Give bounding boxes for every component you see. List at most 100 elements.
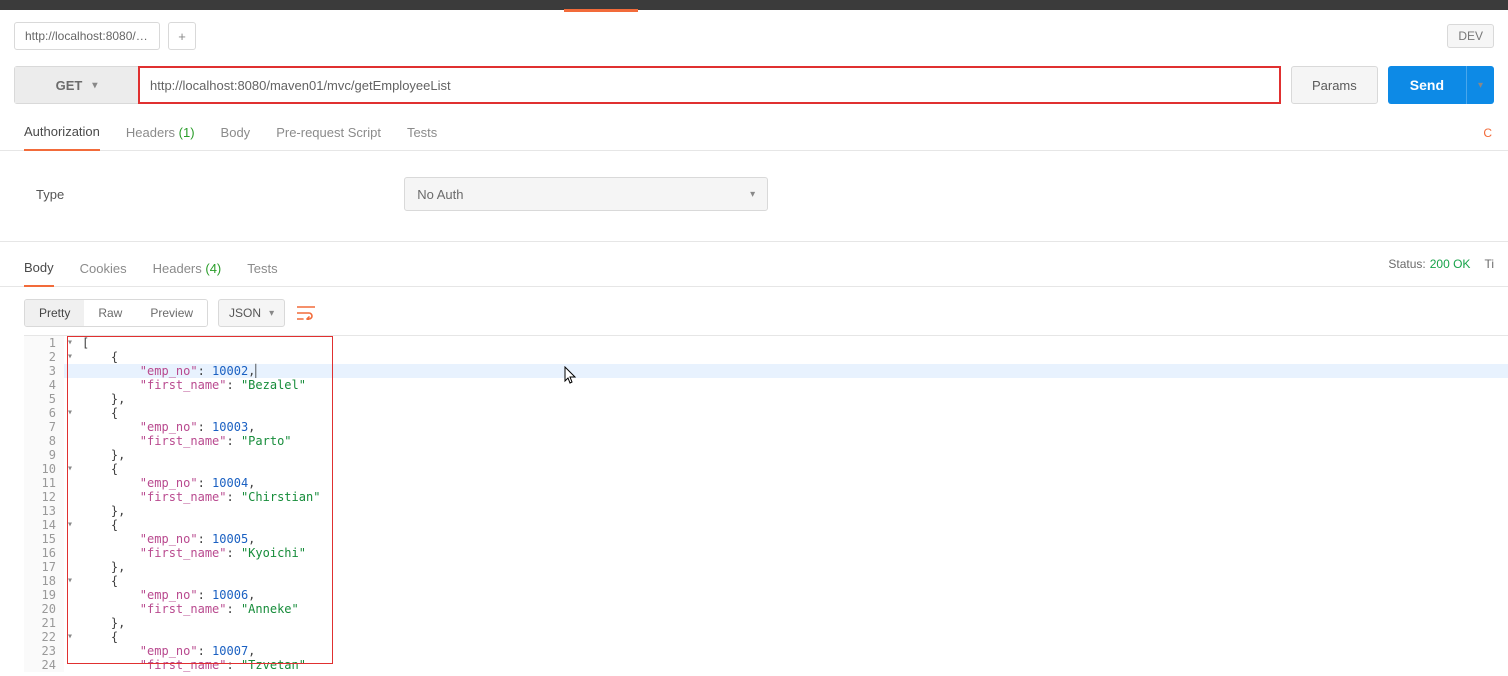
format-label: JSON bbox=[229, 306, 261, 320]
time-label-clip: Ti bbox=[1484, 257, 1494, 271]
code-line[interactable]: 18▾ { bbox=[24, 574, 1508, 588]
code-content: }, bbox=[76, 504, 1508, 518]
line-number: 9 bbox=[24, 448, 64, 462]
fold-toggle-icon[interactable]: ▾ bbox=[64, 462, 76, 476]
code-line[interactable]: 13 }, bbox=[24, 504, 1508, 518]
environment-selector[interactable]: DEV bbox=[1447, 24, 1494, 48]
code-line[interactable]: 2▾ { bbox=[24, 350, 1508, 364]
fold-toggle-icon bbox=[64, 644, 76, 658]
right-clip-indicator: C bbox=[1483, 126, 1494, 140]
tab-response-headers-label: Headers bbox=[153, 261, 202, 276]
fold-toggle-icon bbox=[64, 448, 76, 462]
headers-count: (1) bbox=[179, 125, 195, 140]
tab-response-tests[interactable]: Tests bbox=[247, 253, 277, 286]
fold-toggle-icon bbox=[64, 504, 76, 518]
auth-selected-value: No Auth bbox=[417, 187, 463, 202]
code-content: "emp_no": 10005, bbox=[76, 532, 1508, 546]
code-content: }, bbox=[76, 560, 1508, 574]
response-tabs: Body Cookies Headers (4) Tests Status: 2… bbox=[0, 242, 1508, 287]
tab-prerequest[interactable]: Pre-request Script bbox=[276, 117, 381, 150]
code-line[interactable]: 5 }, bbox=[24, 392, 1508, 406]
code-line[interactable]: 16 "first_name": "Kyoichi" bbox=[24, 546, 1508, 560]
response-code-area[interactable]: 1▾[2▾ {3 "emp_no": 10002,▏4 "first_name"… bbox=[24, 335, 1508, 672]
code-line[interactable]: 15 "emp_no": 10005, bbox=[24, 532, 1508, 546]
code-content: "first_name": "Tzvetan" bbox=[76, 658, 1508, 672]
send-group: Send ▾ bbox=[1388, 66, 1494, 104]
code-line[interactable]: 17 }, bbox=[24, 560, 1508, 574]
line-number: 3 bbox=[24, 364, 64, 378]
tab-body[interactable]: Body bbox=[221, 117, 251, 150]
code-content: "first_name": "Bezalel" bbox=[76, 378, 1508, 392]
fold-toggle-icon[interactable]: ▾ bbox=[64, 336, 76, 350]
code-line[interactable]: 12 "first_name": "Chirstian" bbox=[24, 490, 1508, 504]
code-content: "emp_no": 10002,▏ bbox=[76, 364, 1508, 378]
fold-toggle-icon[interactable]: ▾ bbox=[64, 406, 76, 420]
view-preview[interactable]: Preview bbox=[136, 300, 207, 326]
code-line[interactable]: 4 "first_name": "Bezalel" bbox=[24, 378, 1508, 392]
line-number: 7 bbox=[24, 420, 64, 434]
code-content: { bbox=[76, 574, 1508, 588]
code-content: "first_name": "Kyoichi" bbox=[76, 546, 1508, 560]
tab-response-cookies[interactable]: Cookies bbox=[80, 253, 127, 286]
code-line[interactable]: 8 "first_name": "Parto" bbox=[24, 434, 1508, 448]
tab-authorization[interactable]: Authorization bbox=[24, 116, 100, 151]
code-content: { bbox=[76, 350, 1508, 364]
line-number: 22 bbox=[24, 630, 64, 644]
fold-toggle-icon[interactable]: ▾ bbox=[64, 350, 76, 364]
auth-panel: Type No Auth ▾ bbox=[0, 151, 1508, 242]
response-status: Status: 200 OK Ti bbox=[1388, 257, 1494, 281]
line-number: 21 bbox=[24, 616, 64, 630]
view-mode-segment: Pretty Raw Preview bbox=[24, 299, 208, 327]
code-line[interactable]: 23 "emp_no": 10007, bbox=[24, 644, 1508, 658]
code-line[interactable]: 9 }, bbox=[24, 448, 1508, 462]
code-content: { bbox=[76, 518, 1508, 532]
response-headers-count: (4) bbox=[205, 261, 221, 276]
code-line[interactable]: 20 "first_name": "Anneke" bbox=[24, 602, 1508, 616]
line-number: 20 bbox=[24, 602, 64, 616]
line-number: 19 bbox=[24, 588, 64, 602]
fold-toggle-icon bbox=[64, 546, 76, 560]
code-line[interactable]: 7 "emp_no": 10003, bbox=[24, 420, 1508, 434]
fold-toggle-icon[interactable]: ▾ bbox=[64, 574, 76, 588]
auth-type-select[interactable]: No Auth ▾ bbox=[404, 177, 768, 211]
tab-response-body[interactable]: Body bbox=[24, 252, 54, 287]
code-line[interactable]: 11 "emp_no": 10004, bbox=[24, 476, 1508, 490]
code-line[interactable]: 1▾[ bbox=[24, 336, 1508, 350]
line-number: 23 bbox=[24, 644, 64, 658]
format-select[interactable]: JSON ▾ bbox=[218, 299, 285, 327]
view-raw[interactable]: Raw bbox=[84, 300, 136, 326]
open-request-tab[interactable]: http://localhost:8080/ma bbox=[14, 22, 160, 50]
send-dropdown[interactable]: ▾ bbox=[1466, 66, 1494, 104]
view-pretty[interactable]: Pretty bbox=[25, 300, 84, 326]
fold-toggle-icon bbox=[64, 560, 76, 574]
tab-headers[interactable]: Headers (1) bbox=[126, 117, 195, 150]
http-method-select[interactable]: GET ▾ bbox=[15, 67, 139, 103]
body-view-row: Pretty Raw Preview JSON ▾ bbox=[0, 287, 1508, 335]
tab-tests[interactable]: Tests bbox=[407, 117, 437, 150]
request-tabs-row: http://localhost:8080/ma + DEV bbox=[0, 10, 1508, 56]
code-content: "emp_no": 10007, bbox=[76, 644, 1508, 658]
code-line[interactable]: 21 }, bbox=[24, 616, 1508, 630]
send-button[interactable]: Send bbox=[1388, 66, 1466, 104]
add-request-tab[interactable]: + bbox=[168, 22, 196, 50]
status-value: 200 OK bbox=[1430, 257, 1471, 271]
code-line[interactable]: 3 "emp_no": 10002,▏ bbox=[24, 364, 1508, 378]
params-button[interactable]: Params bbox=[1291, 66, 1378, 104]
code-content: }, bbox=[76, 448, 1508, 462]
code-line[interactable]: 14▾ { bbox=[24, 518, 1508, 532]
fold-toggle-icon[interactable]: ▾ bbox=[64, 518, 76, 532]
url-input[interactable] bbox=[138, 66, 1281, 104]
code-line[interactable]: 19 "emp_no": 10006, bbox=[24, 588, 1508, 602]
line-number: 15 bbox=[24, 532, 64, 546]
code-line[interactable]: 6▾ { bbox=[24, 406, 1508, 420]
chevron-down-icon: ▾ bbox=[92, 80, 97, 91]
wrap-lines-icon[interactable] bbox=[295, 302, 317, 324]
code-line[interactable]: 10▾ { bbox=[24, 462, 1508, 476]
code-line[interactable]: 24 "first_name": "Tzvetan" bbox=[24, 658, 1508, 672]
line-number: 11 bbox=[24, 476, 64, 490]
fold-toggle-icon[interactable]: ▾ bbox=[64, 630, 76, 644]
top-accent-bar bbox=[0, 0, 1508, 10]
chevron-down-icon: ▾ bbox=[750, 189, 755, 200]
tab-response-headers[interactable]: Headers (4) bbox=[153, 253, 222, 286]
code-line[interactable]: 22▾ { bbox=[24, 630, 1508, 644]
